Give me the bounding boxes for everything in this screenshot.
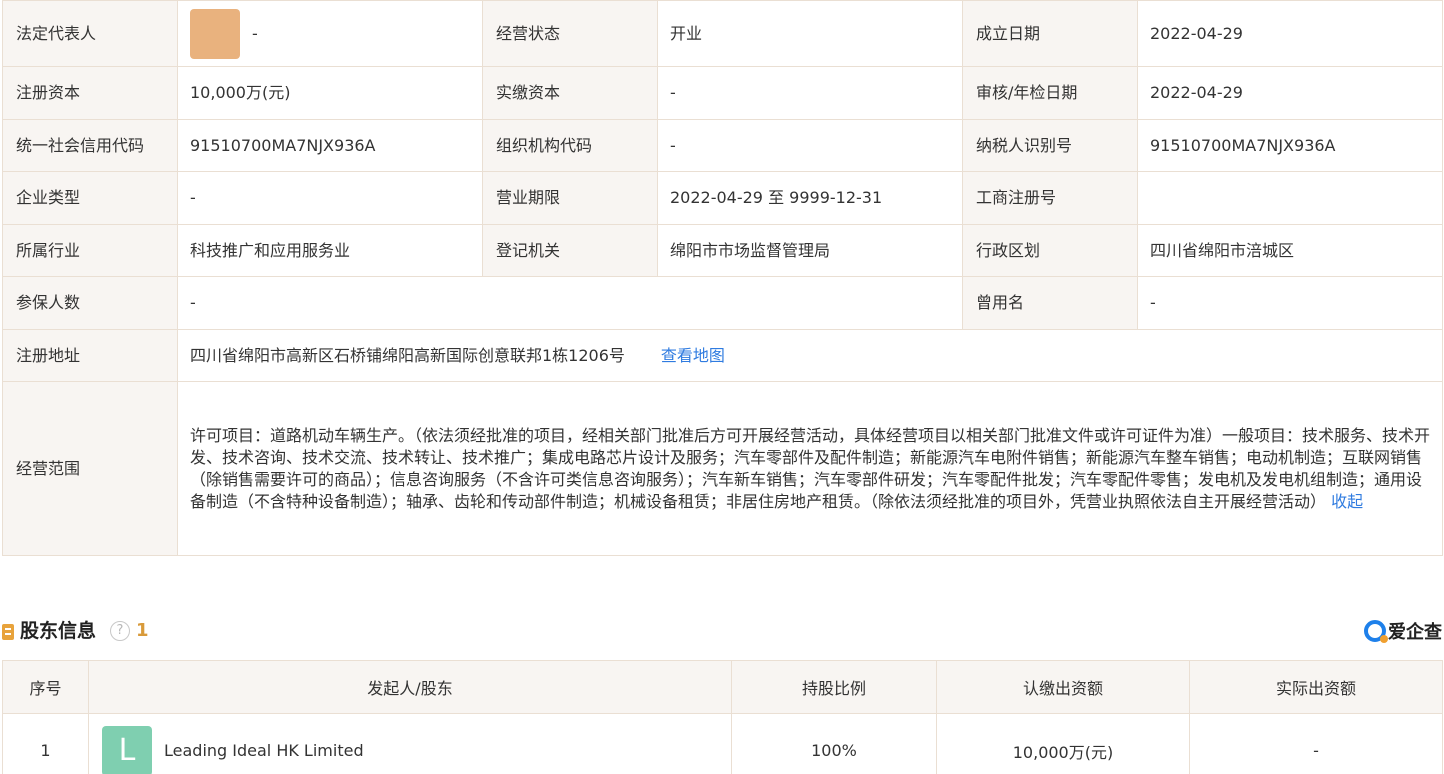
col-index-header: 序号 xyxy=(2,660,89,714)
credit-code-label: 统一社会信用代码 xyxy=(2,119,178,172)
row-index: 1 xyxy=(2,713,89,774)
info-row-type: 企业类型 - 营业期限 2022-04-29 至 9999-12-31 工商注册… xyxy=(2,171,1443,225)
col-subscribed-header: 认缴出资额 xyxy=(936,660,1190,714)
reg-authority-label: 登记机关 xyxy=(482,224,658,277)
established-value: 2022-04-29 xyxy=(1137,0,1443,67)
legal-rep-value: - xyxy=(252,23,258,43)
insured-label: 参保人数 xyxy=(2,276,178,330)
company-type-value: - xyxy=(177,171,483,225)
taxpayer-id-label: 纳税人识别号 xyxy=(962,119,1138,172)
view-map-link[interactable]: 查看地图 xyxy=(661,346,725,365)
taxpayer-id-value: 91510700MA7NJX936A xyxy=(1137,119,1443,172)
reg-capital-value: 10,000万(元) xyxy=(177,66,483,120)
biz-reg-no-label: 工商注册号 xyxy=(962,171,1138,225)
address-cell: 四川省绵阳市高新区石桥铺绵阳高新国际创意联邦1栋1206号 查看地图 xyxy=(177,329,1443,382)
table-row: 1 L Leading Ideal HK Limited 100% 10,000… xyxy=(2,713,1443,774)
legal-rep-avatar[interactable] xyxy=(190,8,240,59)
former-name-value: - xyxy=(1137,276,1443,330)
status-label: 经营状态 xyxy=(482,0,658,67)
col-ratio-header: 持股比例 xyxy=(731,660,937,714)
info-row-industry: 所属行业 科技推广和应用服务业 登记机关 绵阳市市场监督管理局 行政区划 四川省… xyxy=(2,224,1443,277)
reg-capital-label: 注册资本 xyxy=(2,66,178,120)
approval-date-label: 审核/年检日期 xyxy=(962,66,1138,120)
scope-value: 许可项目：道路机动车辆生产。（依法须经批准的项目，经相关部门批准后方可开展经营活… xyxy=(190,425,1431,511)
legal-rep-cell: - xyxy=(177,0,483,67)
info-row-capital: 注册资本 10,000万(元) 实缴资本 - 审核/年检日期 2022-04-2… xyxy=(2,66,1443,120)
industry-label: 所属行业 xyxy=(2,224,178,277)
shareholders-table: 序号 发起人/股东 持股比例 认缴出资额 实际出资额 1 L Leading I… xyxy=(2,660,1443,774)
row-ratio: 100% xyxy=(731,713,937,774)
paid-capital-value: - xyxy=(657,66,963,120)
approval-date-value: 2022-04-29 xyxy=(1137,66,1443,120)
section-marker-icon xyxy=(2,624,14,640)
biz-reg-no-value xyxy=(1137,171,1443,225)
row-actual: - xyxy=(1189,713,1443,774)
org-code-value: - xyxy=(657,119,963,172)
brand-name: 爱企查 xyxy=(1388,622,1442,643)
company-type-label: 企业类型 xyxy=(2,171,178,225)
company-info-table: 法定代表人 - 经营状态 开业 成立日期 2022-04-29 注册资本 10,… xyxy=(2,0,1443,556)
address-label: 注册地址 xyxy=(2,329,178,382)
brand-search-icon xyxy=(1364,620,1388,643)
collapse-link[interactable]: 收起 xyxy=(1331,492,1363,511)
info-row-legal-rep: 法定代表人 - 经营状态 开业 成立日期 2022-04-29 xyxy=(2,0,1443,67)
address-value: 四川省绵阳市高新区石桥铺绵阳高新国际创意联邦1栋1206号 xyxy=(190,345,625,365)
info-row-address: 注册地址 四川省绵阳市高新区石桥铺绵阳高新国际创意联邦1栋1206号 查看地图 xyxy=(2,329,1443,382)
shareholders-title: 股东信息 xyxy=(20,620,97,642)
insured-value: - xyxy=(177,276,963,330)
paid-capital-label: 实缴资本 xyxy=(482,66,658,120)
business-term-value: 2022-04-29 至 9999-12-31 xyxy=(657,171,963,225)
info-row-codes: 统一社会信用代码 91510700MA7NJX936A 组织机构代码 - 纳税人… xyxy=(2,119,1443,172)
brand-logo[interactable]: 爱企查 xyxy=(1364,618,1442,644)
established-label: 成立日期 xyxy=(962,0,1138,67)
business-term-label: 营业期限 xyxy=(482,171,658,225)
col-holder-header: 发起人/股东 xyxy=(88,660,732,714)
holder-cell: L Leading Ideal HK Limited xyxy=(88,713,732,774)
scope-label: 经营范围 xyxy=(2,381,178,556)
col-actual-header: 实际出资额 xyxy=(1189,660,1443,714)
scope-cell: 许可项目：道路机动车辆生产。（依法须经批准的项目，经相关部门批准后方可开展经营活… xyxy=(177,381,1443,556)
shareholders-count: 1 xyxy=(136,620,149,641)
legal-rep-label: 法定代表人 xyxy=(2,0,178,67)
info-row-scope: 经营范围 许可项目：道路机动车辆生产。（依法须经批准的项目，经相关部门批准后方可… xyxy=(2,381,1443,556)
shareholders-section-header: 股东信息 ? 1 爱企查 xyxy=(0,616,1444,646)
reg-authority-value: 绵阳市市场监督管理局 xyxy=(657,224,963,277)
former-name-label: 曾用名 xyxy=(962,276,1138,330)
division-label: 行政区划 xyxy=(962,224,1138,277)
help-icon[interactable]: ? xyxy=(110,621,130,641)
holder-avatar[interactable]: L xyxy=(102,725,152,774)
org-code-label: 组织机构代码 xyxy=(482,119,658,172)
row-subscribed: 10,000万(元) xyxy=(936,713,1190,774)
industry-value: 科技推广和应用服务业 xyxy=(177,224,483,277)
info-row-insured: 参保人数 - 曾用名 - xyxy=(2,276,1443,330)
status-value: 开业 xyxy=(657,0,963,67)
division-value: 四川省绵阳市涪城区 xyxy=(1137,224,1443,277)
shareholders-header-row: 序号 发起人/股东 持股比例 认缴出资额 实际出资额 xyxy=(2,660,1443,714)
credit-code-value: 91510700MA7NJX936A xyxy=(177,119,483,172)
holder-name[interactable]: Leading Ideal HK Limited xyxy=(164,741,364,760)
